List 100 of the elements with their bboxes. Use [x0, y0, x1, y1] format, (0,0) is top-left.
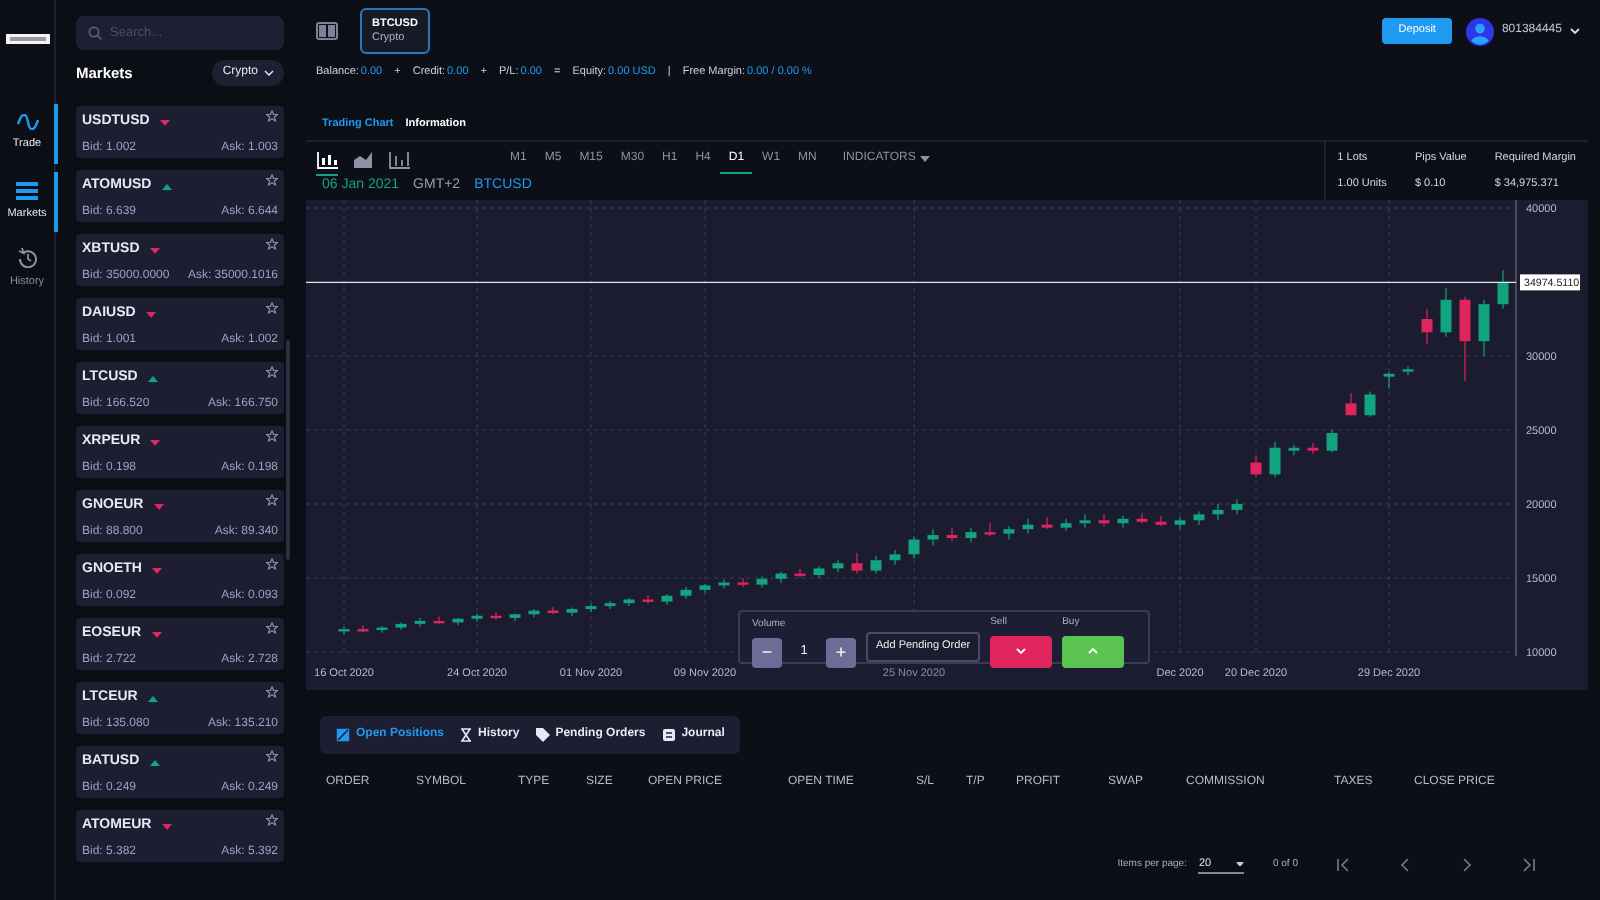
- candle: [1459, 296, 1471, 382]
- candle: [1231, 498, 1243, 515]
- candle: [680, 586, 692, 600]
- candle: [984, 522, 996, 538]
- next-page-icon[interactable]: [1460, 858, 1474, 873]
- active-indicator: [53, 104, 57, 164]
- candle: [1364, 390, 1376, 418]
- candle: [1497, 269, 1509, 310]
- candle: [965, 527, 977, 544]
- chevron-up-icon: [1088, 648, 1099, 654]
- candle: [1174, 516, 1186, 530]
- candle: [889, 549, 901, 566]
- candle: [1098, 513, 1110, 527]
- increase-button[interactable]: +: [826, 637, 856, 667]
- candle: [908, 535, 920, 560]
- candle: [623, 597, 635, 607]
- candle: [699, 583, 711, 594]
- candle: [1250, 454, 1262, 478]
- candle: [1478, 299, 1490, 357]
- candle: [1288, 444, 1300, 456]
- star-icon: [266, 686, 278, 698]
- candle: [376, 625, 388, 634]
- candle: [1041, 516, 1053, 530]
- tag-icon: [535, 728, 550, 742]
- logo: [5, 34, 49, 44]
- candle: [1269, 441, 1281, 478]
- candle: [851, 552, 863, 575]
- candle: [357, 624, 369, 633]
- candle: [661, 593, 673, 606]
- decrease-button[interactable]: −: [752, 637, 782, 667]
- avatar-icon: [1465, 17, 1494, 45]
- candle: [946, 527, 958, 542]
- star-icon: [266, 814, 278, 826]
- list-icon: [16, 181, 38, 200]
- star-icon: [266, 494, 278, 506]
- candle: [794, 568, 806, 578]
- candle: [1440, 287, 1452, 338]
- candle: [756, 575, 768, 589]
- layout-icon: [316, 22, 338, 40]
- last-page-icon[interactable]: [1522, 858, 1536, 873]
- candle: [490, 611, 502, 621]
- active-indicator: [53, 172, 57, 232]
- chart-type-candles-icon[interactable]: [316, 150, 338, 177]
- previous-page-icon[interactable]: [1398, 858, 1412, 873]
- sell-button[interactable]: [990, 635, 1053, 667]
- caret-icon: [919, 156, 930, 163]
- candle: [1421, 308, 1433, 345]
- candle: [1307, 442, 1319, 455]
- caret-icon: [1236, 861, 1245, 867]
- chevron-down-icon: [1016, 648, 1027, 654]
- candle: [1212, 503, 1224, 521]
- hourglass-icon: [460, 728, 473, 742]
- candle: [1022, 518, 1034, 535]
- first-page-icon[interactable]: [1336, 858, 1350, 873]
- candle: [1402, 365, 1414, 376]
- candle: [395, 621, 407, 631]
- star-icon: [266, 622, 278, 634]
- wave-icon: [15, 114, 39, 131]
- candle: [642, 594, 654, 604]
- star-icon: [266, 750, 278, 762]
- history-icon: [17, 248, 37, 269]
- candle: [870, 555, 882, 575]
- chevron-down-icon: [1570, 28, 1580, 34]
- candle: [1079, 513, 1091, 529]
- candle: [509, 612, 521, 622]
- candle: [433, 615, 445, 625]
- candle: [566, 607, 578, 617]
- journal-icon: [661, 728, 676, 742]
- candle: [1383, 371, 1395, 390]
- star-icon: [266, 110, 278, 122]
- candle: [718, 578, 730, 589]
- candle: [547, 606, 559, 615]
- star-icon: [266, 238, 278, 250]
- chart-icon: [336, 728, 350, 742]
- candle: [1345, 392, 1357, 416]
- candle: [528, 608, 540, 618]
- chevron-down-icon: [264, 70, 274, 76]
- candle: [1136, 512, 1148, 524]
- candle: [927, 528, 939, 547]
- star-icon: [266, 558, 278, 570]
- candle: [1326, 429, 1338, 453]
- star-icon: [266, 302, 278, 314]
- candle: [832, 559, 844, 573]
- candle: [338, 626, 350, 635]
- candle: [1193, 510, 1205, 526]
- candle: [1060, 518, 1072, 532]
- star-icon: [266, 174, 278, 186]
- candle: [414, 617, 426, 628]
- candle: [471, 612, 483, 623]
- candle: [585, 603, 597, 613]
- buy-button[interactable]: [1062, 635, 1125, 667]
- star-icon: [266, 430, 278, 442]
- candle: [452, 617, 464, 626]
- candle: [737, 577, 749, 588]
- candle: [813, 565, 825, 579]
- star-icon: [266, 366, 278, 378]
- candle: [775, 571, 787, 584]
- candle: [604, 600, 616, 610]
- candle: [1003, 525, 1015, 541]
- candle: [1155, 515, 1167, 527]
